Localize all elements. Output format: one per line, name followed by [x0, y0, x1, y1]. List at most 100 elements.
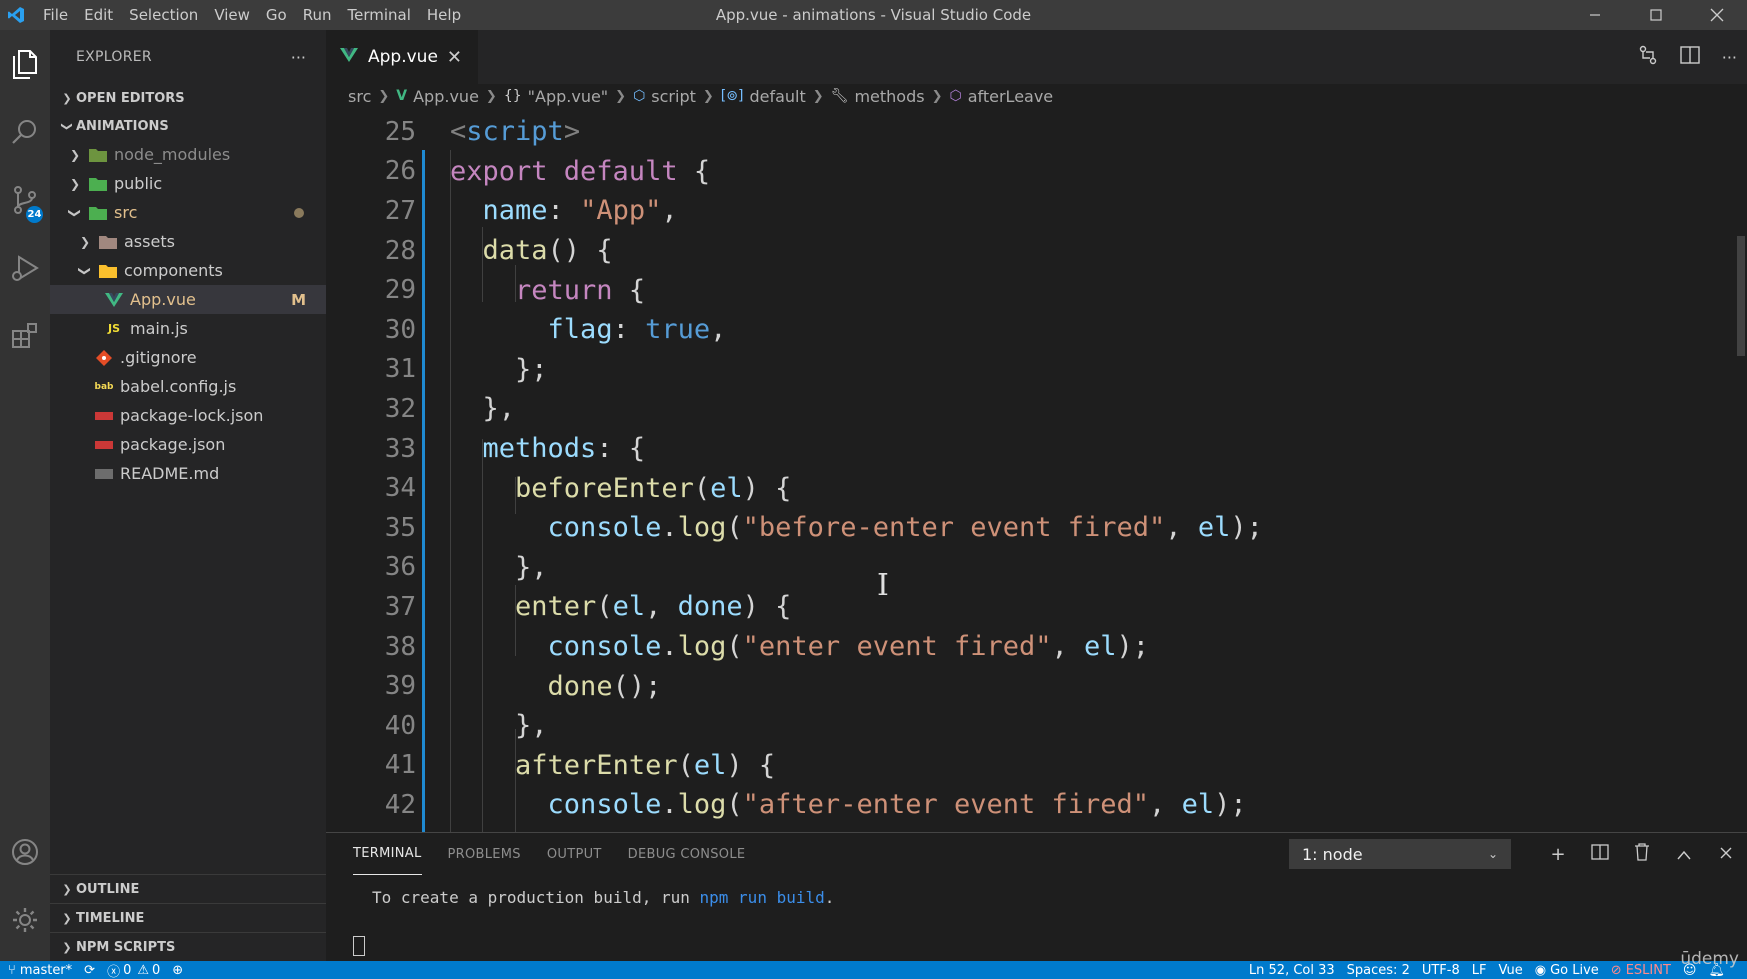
- sync-icon: ⟳: [84, 962, 96, 978]
- tree-item-src[interactable]: ❯ src: [50, 198, 326, 227]
- vue-file-icon: V: [396, 88, 408, 104]
- breadcrumb-default[interactable]: [⊚] default ❯: [721, 87, 831, 106]
- outline-section[interactable]: ❯ OUTLINE: [50, 874, 326, 903]
- breadcrumb-methods[interactable]: 🔧︎ methods ❯: [831, 87, 950, 106]
- tree-item-package-json[interactable]: package.json: [50, 430, 326, 459]
- split-terminal-icon[interactable]: [1579, 843, 1621, 865]
- menu-run[interactable]: Run: [295, 0, 340, 30]
- editor-scrollbar[interactable]: [1733, 112, 1747, 832]
- tree-item-package-lock[interactable]: package-lock.json: [50, 401, 326, 430]
- tab-output[interactable]: OUTPUT: [547, 833, 602, 875]
- line-number: 36: [384, 552, 416, 583]
- tree-item-readme[interactable]: README.md: [50, 459, 326, 488]
- tree-item-label: package.json: [120, 435, 226, 454]
- extensions-activity[interactable]: [0, 302, 50, 370]
- breadcrumb-module[interactable]: {} "App.vue" ❯: [504, 87, 633, 106]
- menu-file[interactable]: File: [35, 0, 76, 30]
- manage-activity[interactable]: [0, 886, 50, 954]
- code-editor[interactable]: 25 <script> 26 export default { 27 name: "…: [326, 112, 1747, 832]
- maximize-panel-icon[interactable]: [1663, 844, 1705, 865]
- breadcrumb-label: App.vue: [413, 86, 479, 106]
- eol-status[interactable]: LF: [1472, 963, 1487, 978]
- modified-badge: M: [291, 290, 306, 309]
- more-actions-icon[interactable]: ···: [1722, 48, 1737, 67]
- tree-item-app-vue[interactable]: App.vue M: [50, 285, 326, 314]
- menu-go[interactable]: Go: [258, 0, 295, 30]
- breadcrumb-file[interactable]: V App.vue ❯: [396, 87, 504, 106]
- breadcrumb-label: methods: [854, 86, 925, 106]
- tab-terminal[interactable]: TERMINAL: [353, 833, 422, 875]
- tree-item-label: main.js: [130, 319, 188, 338]
- indentation-status[interactable]: Spaces: 2: [1347, 963, 1410, 978]
- globe-icon: ⊕: [172, 962, 184, 978]
- run-debug-activity[interactable]: [0, 234, 50, 302]
- tab-label: App.vue: [368, 47, 438, 67]
- line-number: 29: [384, 275, 416, 306]
- code-text: },: [450, 551, 548, 583]
- animations-section[interactable]: ❯ ANIMATIONS: [50, 112, 326, 140]
- minimize-button[interactable]: [1564, 0, 1625, 30]
- golive-status[interactable]: ◉ Go Live: [1535, 963, 1599, 978]
- tree-item-public[interactable]: ❯ public: [50, 169, 326, 198]
- sync-status[interactable]: ⟳: [84, 963, 95, 978]
- breadcrumb-afterleave[interactable]: ⬡ afterLeave: [949, 87, 1053, 106]
- menu-help[interactable]: Help: [419, 0, 469, 30]
- problems-status[interactable]: ⓧ 0 ⚠ 0: [107, 961, 160, 979]
- accounts-activity[interactable]: [0, 818, 50, 886]
- tree-item-assets[interactable]: ❯ assets: [50, 227, 326, 256]
- open-editors-section[interactable]: ❯ OPEN EDITORS: [50, 84, 326, 112]
- tree-item-node-modules[interactable]: ❯ node_modules: [50, 140, 326, 169]
- tree-item-label: node_modules: [114, 145, 231, 164]
- wrench-icon: 🔧︎: [830, 88, 849, 104]
- menu-edit[interactable]: Edit: [76, 0, 121, 30]
- tree-item-main-js[interactable]: JS main.js: [50, 314, 326, 343]
- tab-app-vue[interactable]: App.vue ✕: [326, 30, 478, 84]
- code-text: methods: {: [482, 433, 646, 465]
- open-changes-icon[interactable]: [1638, 45, 1658, 69]
- close-window-button[interactable]: [1686, 0, 1747, 30]
- breadcrumb-label: "App.vue": [527, 86, 609, 106]
- branch-status[interactable]: ⑂ master*: [8, 963, 72, 978]
- tab-debug-console[interactable]: DEBUG CONSOLE: [628, 833, 746, 875]
- menu-terminal[interactable]: Terminal: [340, 0, 419, 30]
- line-number: 32: [384, 393, 416, 424]
- trash-icon[interactable]: [1621, 842, 1663, 866]
- code-text: console.log("enter event fired", el);: [547, 631, 1150, 663]
- timeline-section[interactable]: ❯ TIMELINE: [50, 903, 326, 932]
- explorer-activity[interactable]: [0, 30, 50, 98]
- close-panel-icon[interactable]: [1705, 844, 1747, 865]
- title-bar: File Edit Selection View Go Run Terminal…: [0, 0, 1747, 30]
- method-icon: ⬡: [949, 88, 962, 104]
- terminal-select[interactable]: 1: node ⌄: [1289, 839, 1511, 869]
- search-activity[interactable]: [0, 98, 50, 166]
- status-right: Ln 52, Col 33 Spaces: 2 UTF-8 LF Vue ◉ Go…: [1249, 961, 1737, 979]
- scrollbar-thumb[interactable]: [1737, 236, 1745, 356]
- split-editor-icon[interactable]: [1680, 46, 1700, 68]
- globe-status[interactable]: ⊕: [172, 963, 183, 978]
- menu-selection[interactable]: Selection: [121, 0, 206, 30]
- tree-item-gitignore[interactable]: .gitignore: [50, 343, 326, 372]
- more-actions-icon[interactable]: ···: [291, 48, 306, 67]
- line-number: 25: [384, 116, 416, 147]
- line-number: 39: [384, 671, 416, 702]
- eslint-status[interactable]: ⊘ ESLINT: [1611, 963, 1671, 978]
- language-status[interactable]: Vue: [1498, 963, 1522, 978]
- tree-item-components[interactable]: ❯ components: [50, 256, 326, 285]
- maximize-button[interactable]: [1625, 0, 1686, 30]
- tree-item-label: README.md: [120, 464, 220, 483]
- tree-item-babel-config[interactable]: bab babel.config.js: [50, 372, 326, 401]
- encoding-status[interactable]: UTF-8: [1422, 963, 1460, 978]
- close-tab-icon[interactable]: ✕: [447, 47, 462, 68]
- breadcrumb-src[interactable]: src ❯: [348, 87, 396, 106]
- terminal-text: To create a production build, run: [372, 888, 700, 907]
- js-file-icon: JS: [107, 322, 120, 335]
- menu-view[interactable]: View: [206, 0, 258, 30]
- tree-item-label: public: [114, 174, 163, 193]
- line-number: 31: [384, 354, 416, 385]
- npm-scripts-section[interactable]: ❯ NPM SCRIPTS: [50, 932, 326, 961]
- tab-problems[interactable]: PROBLEMS: [448, 833, 521, 875]
- source-control-activity[interactable]: 24: [0, 166, 50, 234]
- new-terminal-icon[interactable]: +: [1537, 844, 1579, 865]
- cursor-position[interactable]: Ln 52, Col 33: [1249, 963, 1335, 978]
- breadcrumb-script[interactable]: ⬡ script ❯: [633, 87, 721, 106]
